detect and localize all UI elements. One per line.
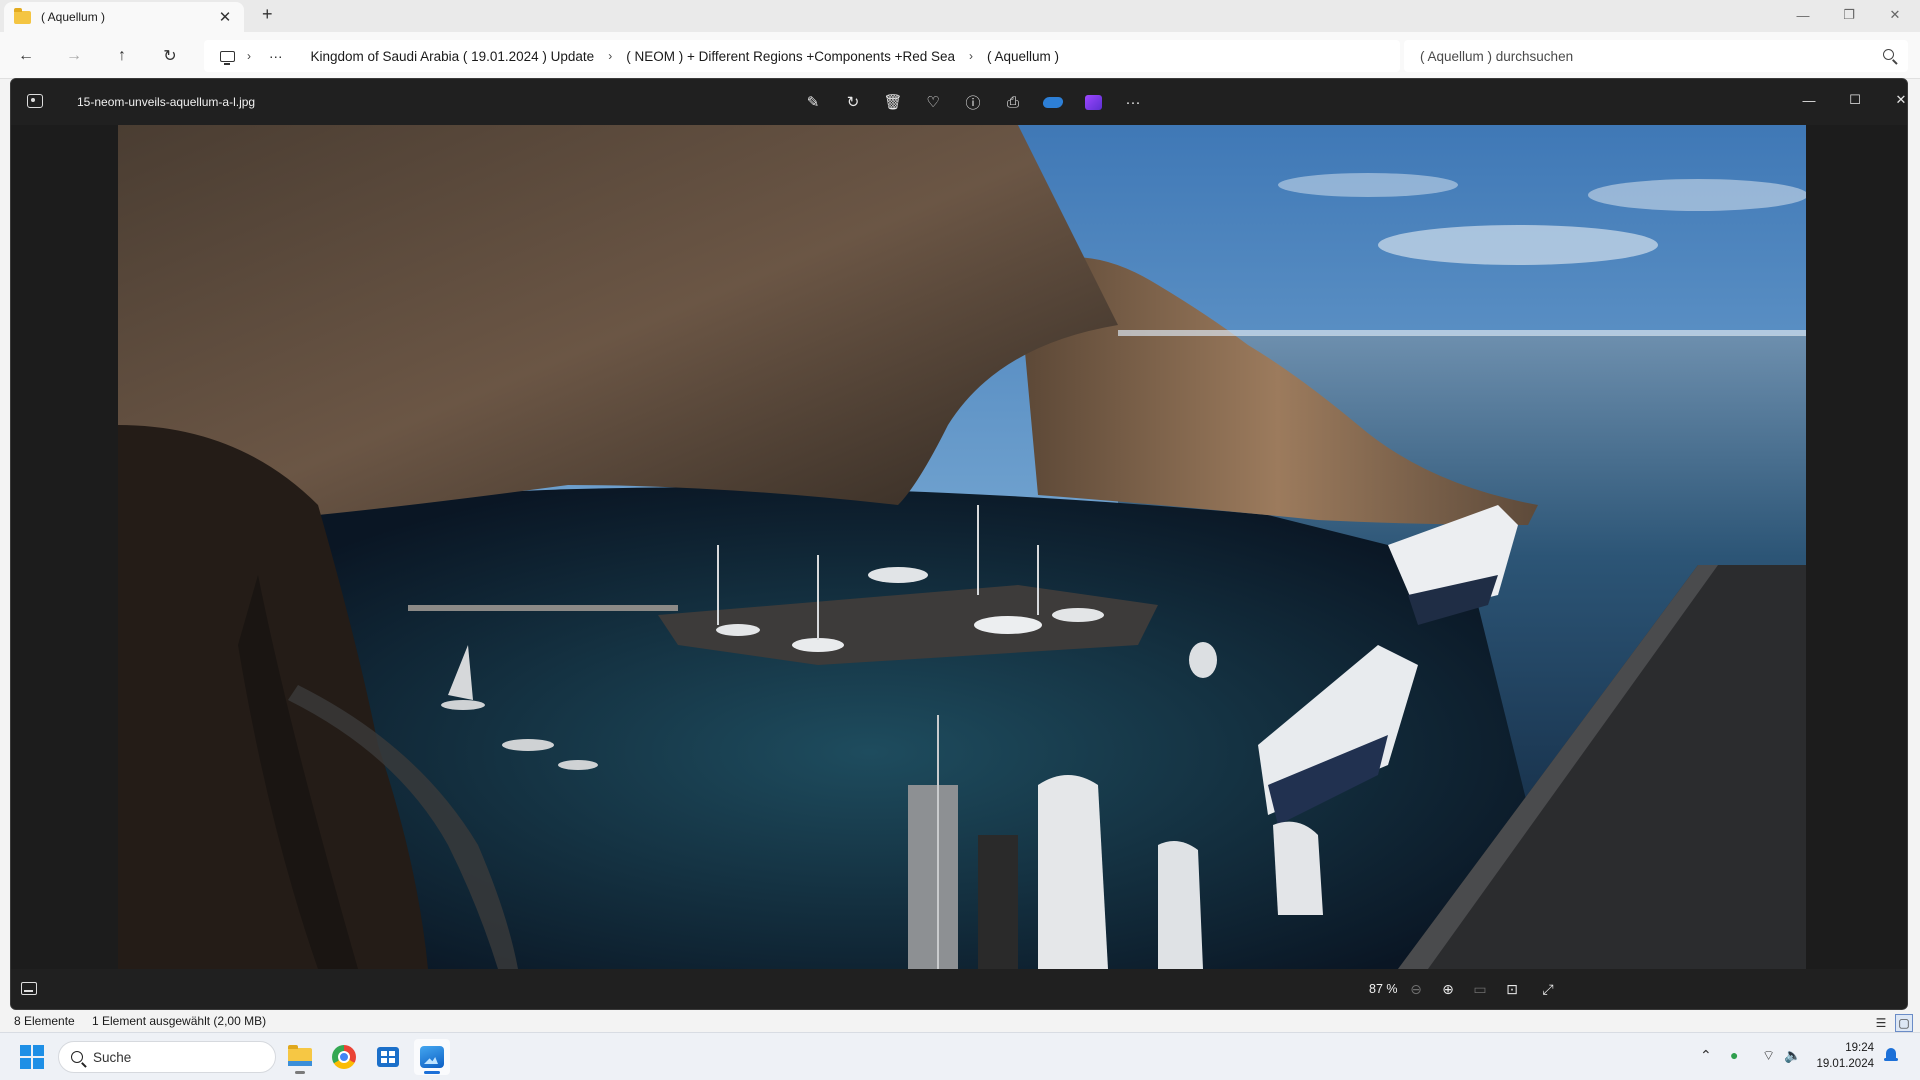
taskbar-search-input[interactable]: Suche — [58, 1041, 276, 1073]
show-hidden-icons-chevron-icon[interactable]: ⌃ — [1700, 1047, 1712, 1064]
back-button[interactable]: ← — [14, 44, 38, 68]
breadcrumb[interactable]: › ··· Kingdom of Saudi Arabia ( 19.01.20… — [204, 40, 1400, 72]
viewer-toolbar: ✎ ↻ 🗑 ♡ ⓘ ⎙ ··· — [793, 89, 1153, 115]
breadcrumb-item[interactable]: ( NEOM ) + Different Regions +Components… — [626, 49, 955, 64]
photos-app-icon — [27, 94, 43, 108]
breadcrumb-item[interactable]: Kingdom of Saudi Arabia ( 19.01.2024 ) U… — [311, 49, 595, 64]
edit-image-icon[interactable]: ✎ — [793, 89, 833, 115]
onedrive-icon[interactable] — [1033, 89, 1073, 115]
large-icons-view-icon[interactable]: ▢ — [1895, 1014, 1913, 1032]
tab-title: ( Aquellum ) — [41, 10, 106, 24]
search-icon — [71, 1051, 83, 1063]
zoom-out-icon[interactable]: ⊖ — [1405, 979, 1427, 999]
wifi-icon[interactable]: ⌔ — [1762, 1047, 1775, 1065]
search-placeholder: ( Aquellum ) durchsuchen — [1420, 48, 1574, 64]
viewer-title-bar: 15-neom-unveils-aquellum-a-l.jpg ✎ ↻ 🗑 ♡… — [11, 79, 1907, 125]
minimize-button[interactable]: — — [1780, 0, 1826, 30]
viewer-maximize-button[interactable]: ☐ — [1833, 85, 1877, 115]
chevron-right-icon: › — [969, 49, 973, 63]
selection-info: 1 Element ausgewählt (2,00 MB) — [92, 1014, 267, 1028]
photos-viewer-window: 15-neom-unveils-aquellum-a-l.jpg ✎ ↻ 🗑 ♡… — [10, 78, 1908, 1010]
details-pane-edge — [1908, 80, 1920, 1010]
clock-time: 19:24 — [1845, 1042, 1874, 1054]
viewer-bottom-bar: 87 % ⊖ ⊕ ▭ ⊡ ⤢ — [11, 969, 1907, 1009]
item-count: 8 Elemente — [14, 1014, 75, 1028]
photos-icon — [420, 1046, 444, 1068]
store-taskbar-button[interactable] — [370, 1039, 406, 1075]
chrome-icon — [332, 1045, 356, 1069]
file-name: 15-neom-unveils-aquellum-a-l.jpg — [77, 95, 256, 109]
more-options-icon[interactable]: ··· — [1113, 89, 1153, 115]
chevron-right-icon: › — [608, 49, 613, 63]
print-icon[interactable]: ⎙ — [993, 89, 1033, 115]
taskbar-search-placeholder: Suche — [93, 1049, 132, 1065]
explorer-tab[interactable]: ( Aquellum ) ✕ — [4, 2, 244, 32]
full-screen-icon[interactable]: ⤢ — [1537, 979, 1559, 999]
favorite-icon[interactable]: ♡ — [913, 89, 953, 115]
chrome-taskbar-button[interactable] — [326, 1039, 362, 1075]
more-locations-icon[interactable]: ··· — [269, 49, 283, 64]
explorer-address-bar: ← → ↑ ↻ › ··· Kingdom of Saudi Arabia ( … — [0, 32, 1920, 79]
microsoft-store-icon — [377, 1047, 399, 1067]
photos-taskbar-button[interactable] — [414, 1039, 450, 1075]
fit-to-window-icon[interactable]: ▭ — [1469, 979, 1491, 999]
details-view-icon[interactable]: ☰ — [1872, 1014, 1890, 1032]
new-tab-button[interactable]: + — [262, 4, 273, 25]
image-stage — [11, 125, 1907, 969]
zoom-in-icon[interactable]: ⊕ — [1437, 979, 1459, 999]
file-explorer-taskbar-button[interactable] — [282, 1039, 318, 1075]
actual-size-icon[interactable]: ⊡ — [1501, 979, 1523, 999]
folder-search-input[interactable]: ( Aquellum ) durchsuchen — [1404, 40, 1908, 72]
breadcrumb-item[interactable]: ( Aquellum ) — [987, 49, 1059, 64]
volume-icon[interactable]: 🔈 — [1784, 1047, 1801, 1064]
file-info-icon[interactable]: ⓘ — [953, 89, 993, 115]
folder-icon — [14, 7, 31, 24]
notifications-bell-icon[interactable] — [1884, 1048, 1898, 1064]
file-explorer-icon — [288, 1045, 312, 1066]
refresh-button[interactable]: ↻ — [158, 44, 182, 68]
up-button[interactable]: ↑ — [110, 44, 134, 68]
close-window-button[interactable]: ✕ — [1872, 0, 1918, 30]
this-pc-icon[interactable] — [220, 50, 235, 65]
explorer-tab-bar: ( Aquellum ) ✕ + — ❐ ✕ — [0, 0, 1920, 32]
rotate-icon[interactable]: ↻ — [833, 89, 873, 115]
security-status-icon[interactable]: ● — [1730, 1047, 1738, 1063]
clipchamp-icon[interactable] — [1073, 89, 1113, 115]
delete-icon[interactable]: 🗑 — [873, 89, 913, 115]
zoom-level: 87 % — [1369, 982, 1398, 996]
clock-date: 19.01.2024 — [1816, 1058, 1874, 1070]
start-button[interactable] — [20, 1045, 44, 1069]
filmstrip-toggle-icon[interactable] — [21, 982, 37, 995]
search-icon — [1883, 49, 1894, 60]
viewer-minimize-button[interactable]: — — [1787, 85, 1831, 115]
navigation-pane-edge — [0, 80, 10, 1010]
marina-photo[interactable] — [118, 125, 1806, 969]
clock[interactable]: 19:24 19.01.2024 — [1810, 1040, 1874, 1072]
explorer-status-bar: 8 Elemente 1 Element ausgewählt (2,00 MB… — [0, 1010, 1920, 1032]
chevron-right-icon: › — [247, 49, 251, 63]
viewer-close-button[interactable]: ✕ — [1879, 85, 1907, 115]
restore-button[interactable]: ❐ — [1826, 0, 1872, 30]
close-tab-icon[interactable]: ✕ — [216, 8, 234, 26]
forward-button[interactable]: → — [62, 44, 86, 68]
taskbar: Suche ⌃ ● ⌔ 🔈 19:24 19.01.2024 — [0, 1032, 1920, 1080]
